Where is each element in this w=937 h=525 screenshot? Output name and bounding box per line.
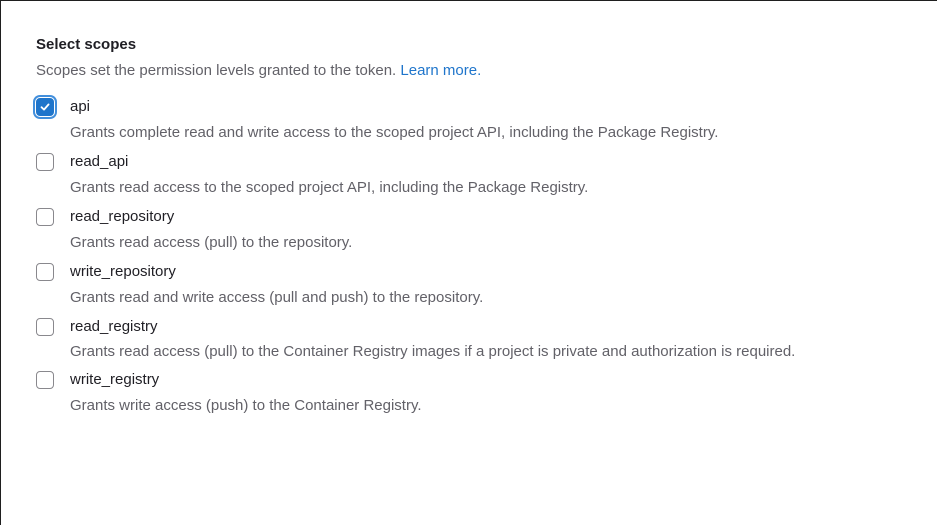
scope-checkbox-api[interactable]	[36, 98, 54, 116]
section-subtitle-text: Scopes set the permission levels granted…	[36, 62, 397, 79]
scope-description-read-repository: Grants read access (pull) to the reposit…	[70, 234, 353, 251]
scope-label-read-api[interactable]: read_api	[70, 152, 128, 172]
scope-description-read-api: Grants read access to the scoped project…	[70, 179, 589, 196]
scope-label-write-repository[interactable]: write_repository	[70, 262, 176, 282]
scope-item-read-registry: read_registry Grants read access (pull) …	[36, 317, 937, 361]
scope-checkbox-read-repository[interactable]	[36, 208, 54, 226]
check-icon	[40, 103, 50, 111]
scope-item-api: api Grants complete read and write acces…	[36, 97, 937, 143]
scope-label-api[interactable]: api	[70, 97, 90, 117]
scope-label-write-registry[interactable]: write_registry	[70, 370, 159, 390]
scope-description-read-registry: Grants read access (pull) to the Contain…	[70, 343, 796, 360]
scope-item-read-api: read_api Grants read access to the scope…	[36, 152, 937, 198]
scope-checkbox-write-registry[interactable]	[36, 371, 54, 389]
scope-label-read-registry[interactable]: read_registry	[70, 317, 158, 337]
scope-item-write-repository: write_repository Grants read and write a…	[36, 262, 937, 308]
section-subtitle: Scopes set the permission levels granted…	[36, 61, 937, 81]
scope-checkbox-write-repository[interactable]	[36, 263, 54, 281]
scope-description-api: Grants complete read and write access to…	[70, 124, 719, 141]
scope-checkbox-read-registry[interactable]	[36, 318, 54, 336]
scope-item-read-repository: read_repository Grants read access (pull…	[36, 207, 937, 253]
scope-item-write-registry: write_registry Grants write access (push…	[36, 370, 937, 416]
learn-more-link[interactable]: Learn more.	[400, 62, 481, 79]
scope-list: api Grants complete read and write acces…	[36, 97, 937, 416]
scopes-panel: Select scopes Scopes set the permission …	[0, 0, 937, 525]
scope-description-write-registry: Grants write access (push) to the Contai…	[70, 397, 422, 414]
scopes-section: Select scopes Scopes set the permission …	[36, 35, 937, 425]
section-title: Select scopes	[36, 36, 137, 53]
scope-label-read-repository[interactable]: read_repository	[70, 207, 174, 227]
scope-description-write-repository: Grants read and write access (pull and p…	[70, 289, 484, 306]
scope-checkbox-read-api[interactable]	[36, 153, 54, 171]
